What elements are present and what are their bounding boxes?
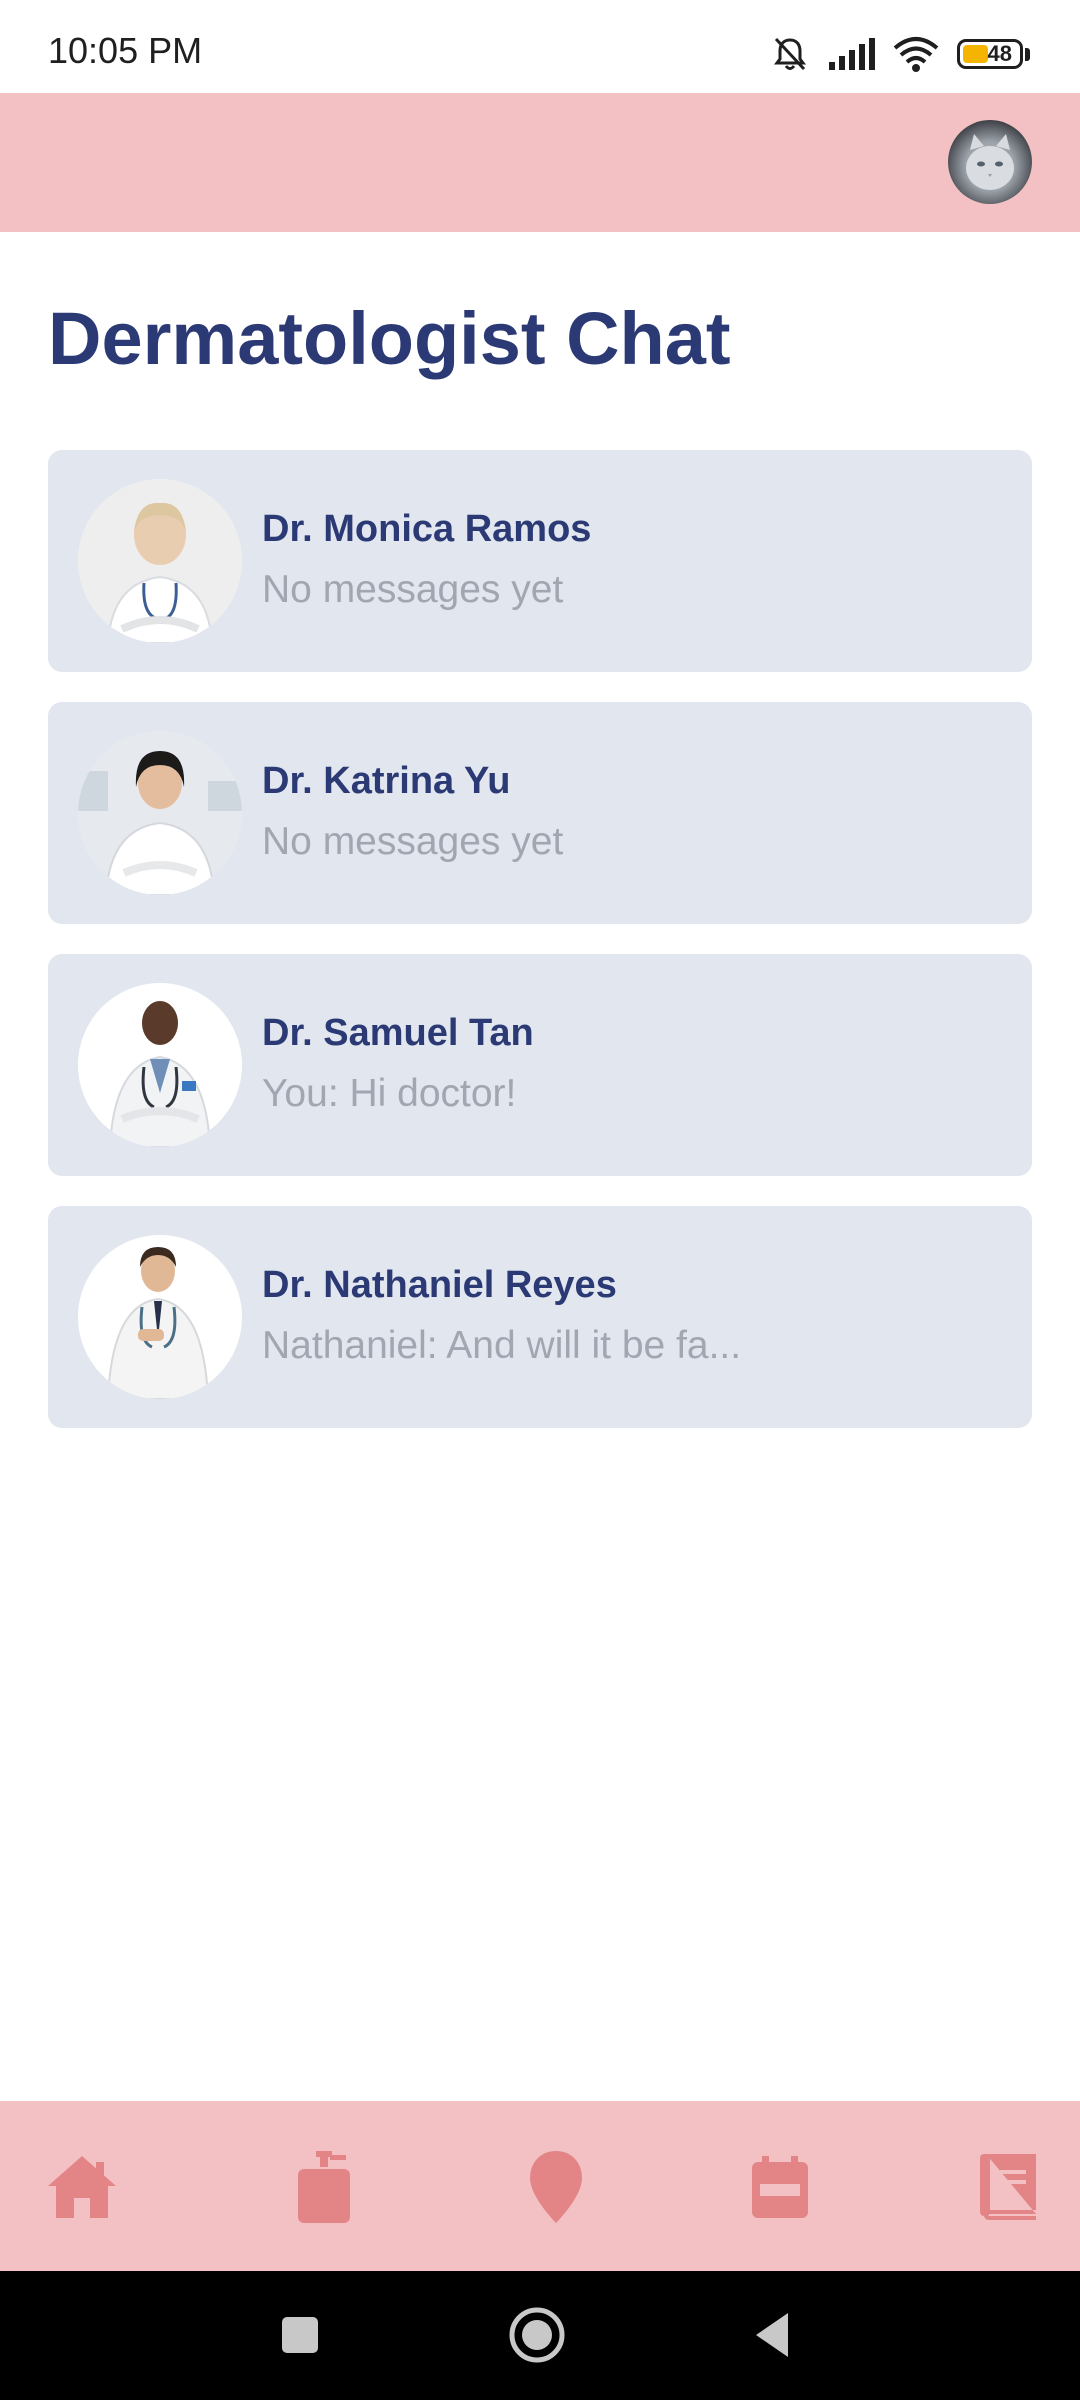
profile-avatar[interactable] (948, 120, 1032, 204)
system-nav-bar (0, 2271, 1080, 2400)
chat-item-monica-ramos[interactable]: Dr. Monica Ramos No messages yet (48, 450, 1032, 672)
calendar-icon (752, 2156, 808, 2218)
doctor-name: Dr. Monica Ramos (262, 508, 592, 550)
doctor-avatar (78, 983, 242, 1147)
bottom-nav (0, 2101, 1080, 2271)
back-triangle-icon (756, 2313, 788, 2357)
doctor-name: Dr. Katrina Yu (262, 760, 511, 802)
back-button[interactable] (752, 2311, 792, 2364)
nav-appointments[interactable] (742, 2149, 818, 2225)
home-button[interactable] (508, 2306, 566, 2369)
wifi-icon (893, 36, 939, 72)
recent-apps-button[interactable] (280, 2315, 320, 2360)
chat-item-katrina-yu[interactable]: Dr. Katrina Yu No messages yet (48, 702, 1032, 924)
doctor-avatar (78, 1235, 242, 1399)
nav-products[interactable] (286, 2149, 362, 2225)
soap-bottle-icon (298, 2151, 350, 2223)
message-preview: No messages yet (262, 820, 564, 863)
message-preview: You: Hi doctor! (262, 1072, 517, 1115)
doctor-avatar (78, 479, 242, 643)
page-title: Dermatologist Chat (48, 297, 731, 380)
circle-home-icon (509, 2307, 565, 2363)
message-preview: Nathaniel: And will it be fa... (262, 1324, 742, 1367)
signal-icon (827, 38, 875, 70)
home-icon (48, 2156, 116, 2218)
app-header (0, 93, 1080, 232)
status-icons: 48 (771, 32, 1030, 76)
doctor-name: Dr. Samuel Tan (262, 1012, 534, 1054)
nav-home[interactable] (44, 2149, 120, 2225)
nav-locations[interactable] (518, 2149, 594, 2225)
chat-item-nathaniel-reyes[interactable]: Dr. Nathaniel Reyes Nathaniel: And will … (48, 1206, 1032, 1428)
doctor-avatar (78, 731, 242, 895)
battery-icon: 48 (957, 39, 1030, 69)
battery-body: 48 (957, 39, 1023, 69)
doctor-name: Dr. Nathaniel Reyes (262, 1264, 617, 1306)
status-bar: 10:05 PM 48 (0, 0, 1080, 93)
mute-bell-icon (771, 35, 809, 73)
chat-item-samuel-tan[interactable]: Dr. Samuel Tan You: Hi doctor! (48, 954, 1032, 1176)
nav-library[interactable] (970, 2149, 1046, 2225)
cat-avatar-icon (966, 134, 1014, 190)
square-icon (282, 2317, 318, 2353)
chat-list: Dr. Monica Ramos No messages yet Dr. Kat… (48, 450, 1032, 1458)
location-pin-icon (530, 2151, 582, 2223)
message-preview: No messages yet (262, 568, 564, 611)
status-time: 10:05 PM (48, 30, 203, 71)
battery-tip (1025, 47, 1030, 61)
book-icon (980, 2154, 1036, 2220)
battery-level: 48 (987, 41, 1012, 66)
